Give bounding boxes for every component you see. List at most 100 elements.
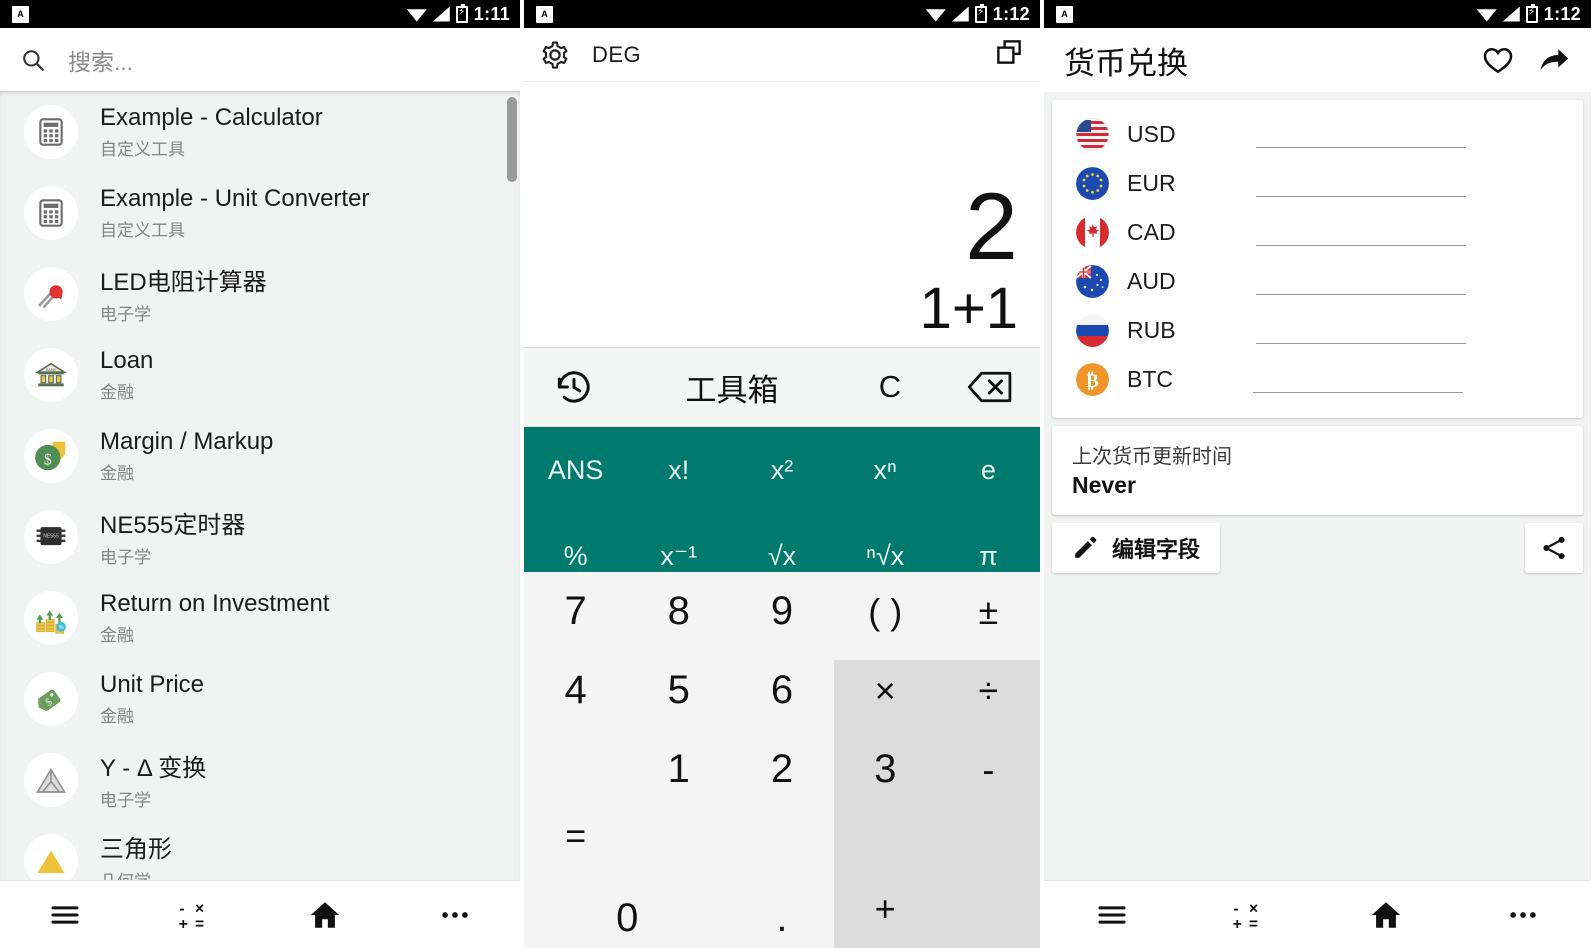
key-divide[interactable]: ÷ — [937, 651, 1040, 730]
list-item[interactable]: Example - Calculator 自定义工具 — [0, 91, 520, 172]
currency-code: USD — [1127, 121, 1176, 147]
signal-icon — [951, 6, 969, 22]
status-icons: 1:12 — [1476, 3, 1581, 25]
ca-flag-icon — [1076, 216, 1109, 249]
last-update-value: Never — [1072, 472, 1136, 498]
status-bar: A 1:11 — [0, 0, 520, 28]
currency-row[interactable]: ₿ BTC — [1052, 355, 1583, 404]
list-item[interactable]: % Return on Investment 金融 — [0, 577, 520, 658]
clear-button[interactable]: C — [840, 369, 940, 405]
search-icon — [23, 49, 44, 71]
key-2[interactable]: 2 — [730, 730, 833, 809]
key-add[interactable]: + — [834, 888, 937, 948]
list-item[interactable]: $ Margin / Markup 金融 — [0, 415, 520, 496]
svg-text:+: + — [1233, 916, 1242, 932]
list-item[interactable]: LED电阻计算器 电子学 — [0, 253, 520, 334]
list-item[interactable]: BANK Loan 金融 — [0, 334, 520, 415]
nav-calculator-button[interactable]: - × + = — [1181, 898, 1318, 932]
battery-charging-icon — [1525, 3, 1538, 23]
currency-card: USD EUR CAD AUD RUB ₿ BTC — [1052, 100, 1583, 418]
list-item-title: Y - Δ 变换 — [100, 755, 207, 782]
backspace-button[interactable] — [940, 369, 1040, 405]
clock-label: 1:11 — [473, 3, 510, 24]
list-scrollbar[interactable] — [507, 97, 517, 182]
nav-menu-button[interactable] — [1044, 898, 1181, 932]
key-8[interactable]: 8 — [627, 572, 730, 651]
list-item-title: Loan — [100, 346, 154, 374]
key-sign-toggle[interactable]: ± — [937, 572, 1040, 651]
panel-currency-exchange: A 1:12 货币兑换 — [1044, 0, 1591, 948]
chip-icon: NE555 — [24, 509, 78, 564]
gear-icon[interactable] — [540, 40, 570, 70]
list-item-title: 三角形 — [100, 836, 172, 863]
list-item[interactable]: Example - Unit Converter 自定义工具 — [0, 172, 520, 253]
nav-more-button[interactable] — [1454, 898, 1591, 932]
edit-fields-label: 编辑字段 — [1112, 537, 1201, 562]
wifi-icon — [925, 9, 946, 22]
hamburger-icon — [1098, 905, 1126, 924]
search-input[interactable]: 搜索... — [68, 43, 133, 77]
fn-e[interactable]: e — [937, 427, 1040, 514]
key-multiply[interactable]: × — [834, 651, 937, 730]
nav-home-button[interactable] — [1318, 898, 1455, 932]
currency-input[interactable] — [1255, 171, 1466, 197]
currency-row[interactable]: USD — [1052, 110, 1583, 159]
heart-icon[interactable] — [1481, 43, 1515, 77]
fn-sq[interactable]: x² — [730, 427, 833, 514]
fn-pow[interactable]: xⁿ — [834, 427, 937, 514]
currency-input[interactable] — [1253, 367, 1463, 393]
key-9[interactable]: 9 — [730, 572, 833, 651]
key-subtract[interactable]: - — [937, 730, 1040, 809]
key-equals[interactable]: = — [524, 761, 627, 857]
window-switch-button[interactable] — [994, 37, 1024, 72]
fn-ans[interactable]: ANS — [524, 427, 627, 514]
list-item-subtitle: 自定义工具 — [100, 139, 185, 159]
list-item-subtitle: 电子学 — [100, 791, 151, 810]
currency-row[interactable]: RUB — [1052, 306, 1583, 355]
battery-charging-icon — [455, 3, 468, 23]
tool-list[interactable]: Example - Calculator 自定义工具 Example - Uni… — [0, 91, 520, 880]
currency-code: EUR — [1127, 170, 1176, 196]
list-item[interactable]: Y - Δ 变换 电子学 — [0, 739, 520, 820]
battery-charging-icon — [974, 3, 987, 23]
ru-flag-icon — [1076, 314, 1109, 347]
currency-row[interactable]: EUR — [1052, 159, 1583, 208]
list-item[interactable]: NE555 NE555定时器 电子学 — [0, 496, 520, 577]
key-1[interactable]: 1 — [627, 730, 730, 809]
currency-row[interactable]: CAD — [1052, 208, 1583, 257]
nav-home-button[interactable] — [260, 898, 390, 932]
history-button[interactable] — [524, 367, 624, 407]
currency-input[interactable] — [1255, 269, 1466, 295]
app-badge-icon: A — [1056, 5, 1073, 23]
key-7[interactable]: 7 — [524, 572, 627, 651]
list-item-subtitle: 金融 — [100, 463, 134, 483]
search-bar[interactable]: 搜索... — [0, 28, 520, 91]
key-4[interactable]: 4 — [524, 651, 627, 730]
list-item[interactable]: $ Unit Price 金融 — [0, 658, 520, 739]
key-decimal[interactable]: . — [730, 888, 833, 948]
backspace-icon — [967, 371, 1012, 403]
list-item-title: Unit Price — [100, 670, 205, 698]
key-0[interactable]: 0 — [524, 888, 730, 948]
currency-row[interactable]: AUD — [1052, 257, 1583, 306]
share-button[interactable] — [1525, 523, 1583, 573]
list-item[interactable]: 三角形 几何学 — [0, 820, 520, 880]
nav-more-button[interactable] — [390, 898, 520, 932]
currency-code: RUB — [1127, 317, 1176, 343]
angle-mode-label[interactable]: DEG — [592, 42, 641, 68]
edit-fields-button[interactable]: 编辑字段 — [1052, 523, 1221, 573]
key-5[interactable]: 5 — [627, 651, 730, 730]
currency-input[interactable] — [1255, 122, 1466, 148]
currency-input[interactable] — [1255, 318, 1466, 344]
nav-menu-button[interactable] — [0, 898, 130, 932]
status-icons: 1:11 — [406, 3, 510, 25]
svg-text:%: % — [59, 625, 64, 631]
key-3[interactable]: 3 — [834, 730, 937, 809]
nav-calculator-button[interactable]: - × + = — [130, 898, 260, 931]
currency-input[interactable] — [1255, 220, 1466, 246]
key-6[interactable]: 6 — [730, 651, 833, 730]
toolbox-button[interactable]: 工具箱 — [624, 365, 840, 410]
share-arrow-icon[interactable] — [1537, 43, 1571, 77]
fn-fact[interactable]: x! — [627, 427, 730, 514]
key-parentheses[interactable]: ( ) — [834, 572, 937, 651]
